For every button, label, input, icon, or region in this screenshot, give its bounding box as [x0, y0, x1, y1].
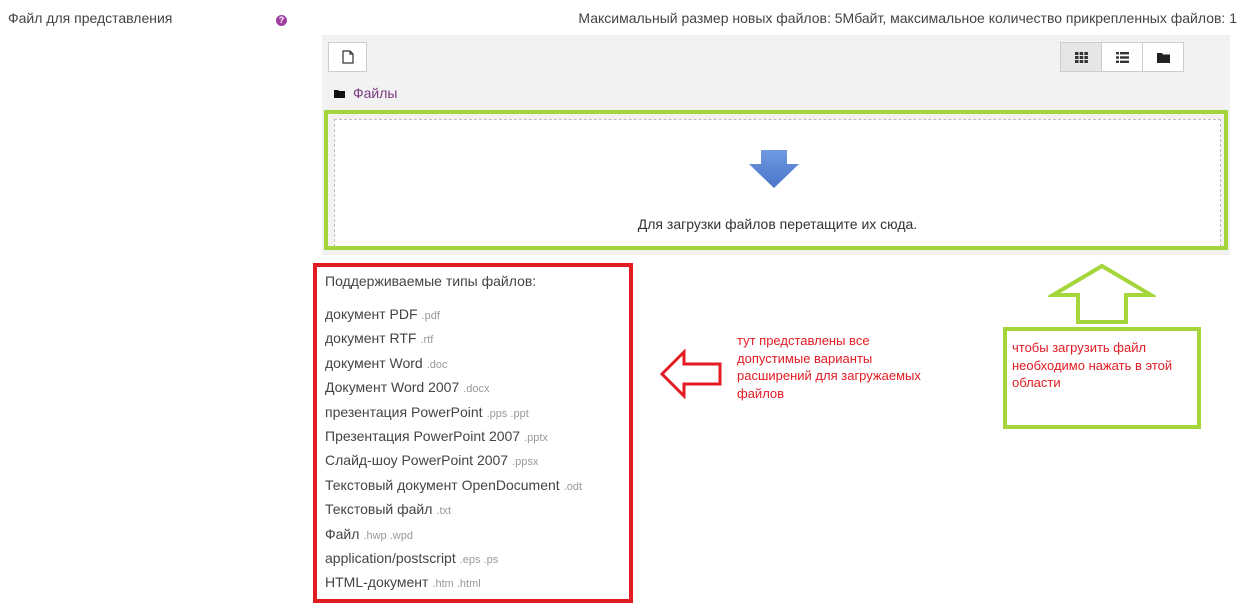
upload-annotation: чтобы загрузить файл необходимо нажать в… — [1012, 340, 1173, 390]
file-type-item: документ PDF .pdf — [325, 306, 440, 322]
upload-annotation-box: чтобы загрузить файл необходимо нажать в… — [1003, 327, 1201, 429]
grid-view-button[interactable] — [1060, 42, 1102, 72]
breadcrumb: Файлы — [334, 85, 397, 101]
add-file-button[interactable] — [328, 42, 367, 72]
list-view-icon — [1115, 51, 1129, 63]
accepted-types-title: Поддерживаемые типы файлов: — [325, 273, 537, 289]
tree-view-icon — [1156, 52, 1170, 63]
file-limits-text: Максимальный размер новых файлов: 5Мбайт… — [578, 10, 1237, 26]
file-type-item: Текстовый файл .txt — [325, 501, 452, 518]
breadcrumb-files-link[interactable]: Файлы — [353, 85, 397, 101]
file-type-item: Документ Word 2007 .docx — [325, 379, 490, 396]
accepted-types-box: Поддерживаемые типы файлов: документ PDF… — [313, 263, 633, 603]
file-type-item: Текстовый документ OpenDocument .odt — [325, 476, 583, 493]
left-arrow-annotation-icon — [659, 349, 722, 399]
drop-zone-highlight — [324, 110, 1228, 250]
question-circle-icon[interactable]: ? — [276, 15, 287, 26]
file-type-item: HTML-документ .htm .html — [325, 574, 481, 591]
grid-view-icon — [1074, 51, 1088, 63]
file-type-item: документ Word .doc — [325, 354, 448, 371]
file-type-item: документ RTF .rtf — [325, 330, 434, 347]
file-type-item: Презентация PowerPoint 2007 .pptx — [325, 427, 548, 444]
file-type-item: Слайд-шоу PowerPoint 2007 .ppsx — [325, 452, 539, 469]
file-type-item: презентация PowerPoint .pps .ppt — [325, 403, 529, 420]
tree-view-button[interactable] — [1142, 42, 1184, 72]
list-view-button[interactable] — [1101, 42, 1143, 72]
file-type-item: Файл .hwp .wpd — [325, 525, 413, 542]
up-arrow-annotation-icon — [1048, 263, 1156, 324]
folder-icon — [334, 89, 345, 98]
types-annotation: тут представлены все допустимые варианты… — [737, 333, 921, 401]
file-type-item: application/postscript .eps .ps — [325, 549, 499, 566]
file-add-icon — [341, 50, 354, 64]
field-label: Файл для представления — [8, 10, 173, 26]
